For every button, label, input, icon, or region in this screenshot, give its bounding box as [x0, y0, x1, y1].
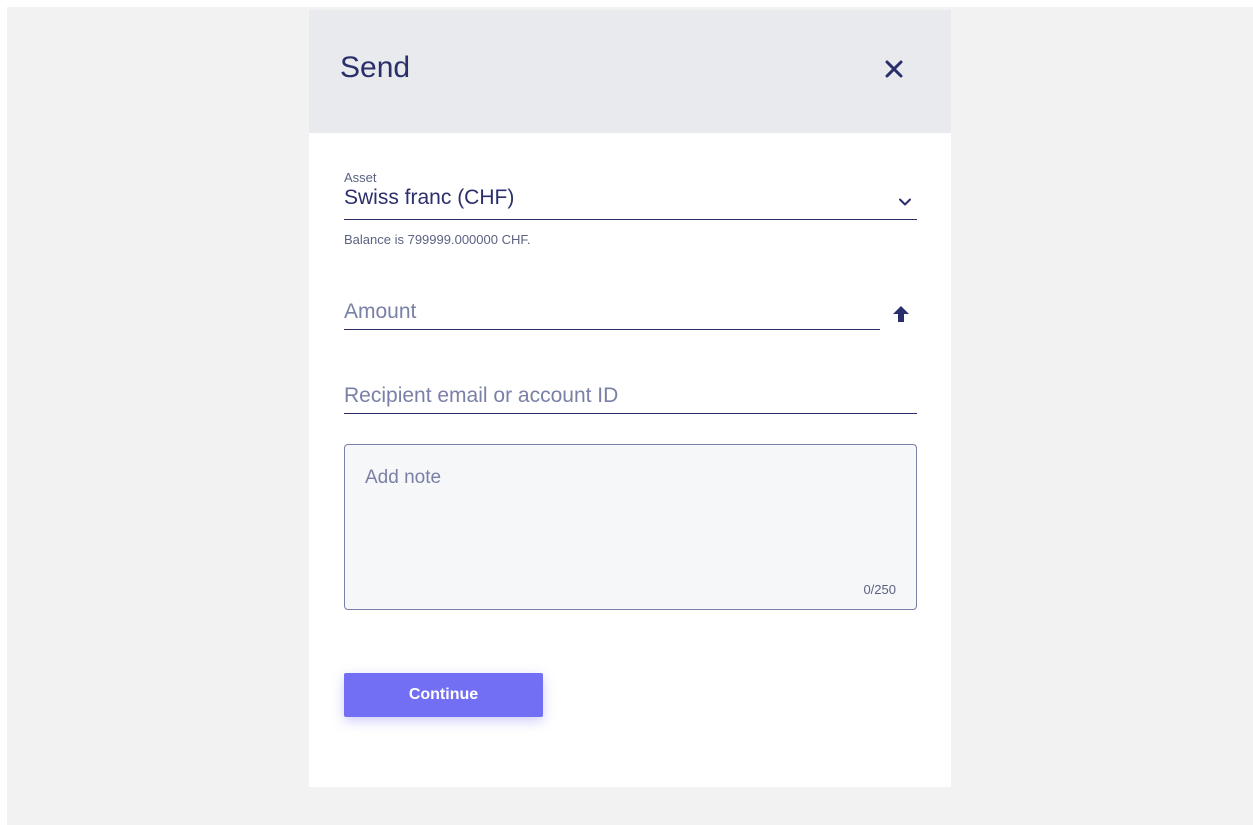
recipient-input[interactable] [344, 378, 917, 413]
asset-value: Swiss franc (CHF) [344, 186, 515, 209]
asset-select[interactable]: Asset Swiss franc (CHF) [344, 168, 917, 220]
send-modal: Send Asset Swiss franc (CHF) Balance is … [309, 10, 951, 787]
arrow-up-icon [893, 306, 909, 322]
asset-label: Asset [344, 170, 377, 185]
note-textarea[interactable] [365, 467, 895, 567]
amount-field [344, 294, 880, 330]
close-icon [885, 60, 903, 78]
chevron-down-icon [899, 198, 911, 206]
close-button[interactable] [879, 54, 909, 84]
modal-header: Send [309, 10, 951, 133]
continue-button[interactable]: Continue [344, 673, 543, 717]
note-char-counter: 0/250 [863, 582, 896, 597]
max-amount-button[interactable] [890, 303, 912, 325]
recipient-field [344, 378, 917, 414]
balance-text: Balance is 799999.000000 CHF. [344, 232, 531, 247]
note-field: 0/250 [344, 444, 917, 610]
amount-input[interactable] [344, 294, 880, 329]
modal-title: Send [340, 51, 411, 84]
